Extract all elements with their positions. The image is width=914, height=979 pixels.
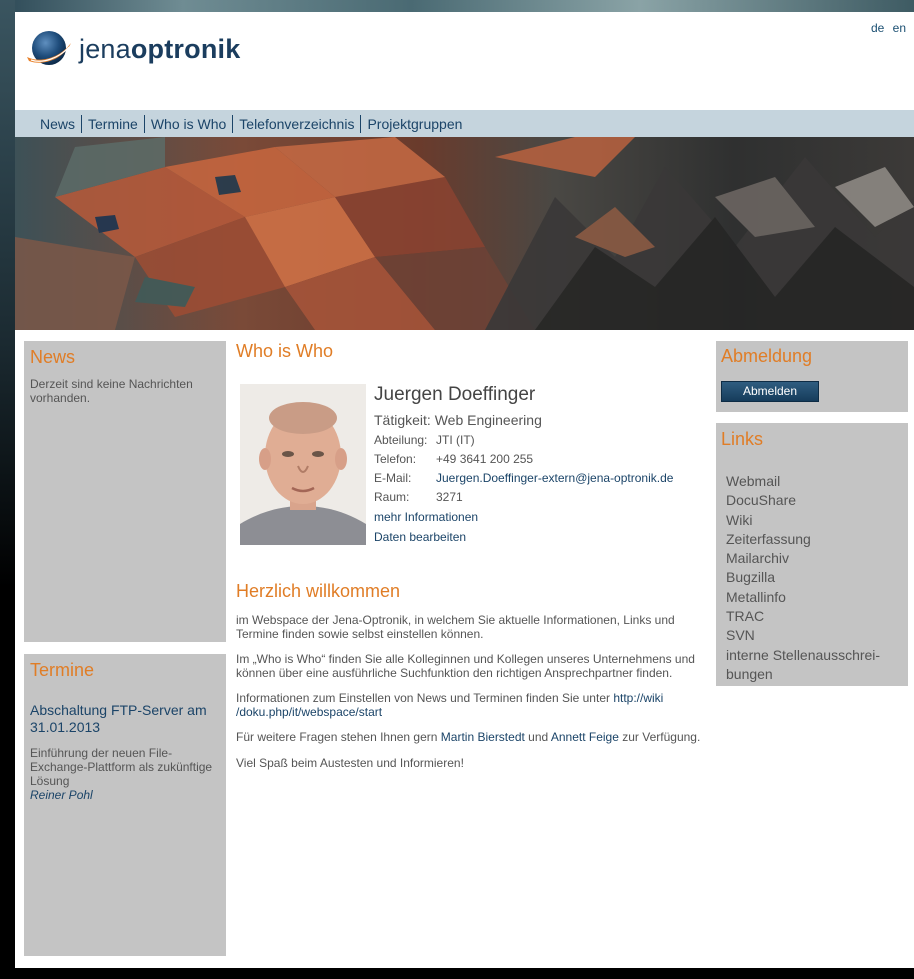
satellite-banner-image bbox=[15, 137, 914, 330]
wiki-link-part-2[interactable]: /doku.php/it/webspace/start bbox=[236, 705, 382, 719]
links-list: Webmail DocuShare Wiki Zeiterfassung Mai… bbox=[721, 472, 903, 684]
person-job: Tätigkeit: Web Engineering bbox=[374, 412, 714, 428]
event-description: Einführung der neuen File-Exchange-Platt… bbox=[30, 746, 213, 788]
frame-bottom-edge bbox=[0, 968, 914, 979]
row-abteilung: Abteilung: JTI (IT) bbox=[374, 433, 714, 447]
telefon-label: Telefon: bbox=[374, 452, 417, 466]
welcome-paragraph-2: Im „Who is Who“ finden Sie alle Kollegin… bbox=[236, 652, 695, 680]
news-empty-text: Derzeit sind keine Nachrichten vorhanden… bbox=[30, 377, 193, 405]
page: jenaoptronik de en News Termine Who is W… bbox=[15, 12, 914, 968]
termine-title: Termine bbox=[30, 660, 95, 680]
person-photo bbox=[240, 384, 366, 545]
event-author: Reiner Pohl bbox=[30, 788, 93, 802]
links-box: Links Webmail DocuShare Wiki Zeiterfassu… bbox=[716, 423, 908, 686]
lang-en-link[interactable]: en bbox=[893, 21, 906, 35]
lang-de-link[interactable]: de bbox=[871, 21, 884, 35]
contact-martin-bierstedt-link[interactable]: Martin Bierstedt bbox=[441, 730, 525, 744]
welcome-paragraph-5: Viel Spaß beim Austesten und Informieren… bbox=[236, 755, 464, 770]
termine-box: Termine Abschaltung FTP-Server am 31.01.… bbox=[24, 654, 226, 956]
globe-logo-icon bbox=[27, 31, 71, 65]
person-info: Juergen Doeffinger Tätigkeit: Web Engine… bbox=[374, 384, 714, 544]
frame-left-edge bbox=[0, 0, 15, 979]
wiki-link-part-1[interactable]: http://wiki bbox=[613, 691, 663, 705]
link-webmail[interactable]: Webmail bbox=[726, 472, 903, 491]
p4-mid: und bbox=[524, 730, 551, 744]
link-metallinfo[interactable]: Metallinfo bbox=[726, 588, 903, 607]
job-label: Tätigkeit: bbox=[374, 412, 431, 428]
abteilung-label: Abteilung: bbox=[374, 433, 428, 447]
nav-projektgruppen[interactable]: Projektgruppen bbox=[361, 116, 468, 132]
raum-label: Raum: bbox=[374, 490, 410, 504]
nav-news[interactable]: News bbox=[34, 116, 81, 132]
link-zeiterfassung[interactable]: Zeiterfassung bbox=[726, 530, 903, 549]
language-switcher: de en bbox=[866, 21, 906, 35]
link-mailarchiv[interactable]: Mailarchiv bbox=[726, 549, 903, 568]
email-link[interactable]: Juergen.Doeffinger-extern@jena-optronik.… bbox=[436, 471, 673, 485]
logout-button[interactable]: Abmelden bbox=[721, 381, 819, 402]
abmeldung-title: Abmeldung bbox=[721, 346, 813, 366]
event-title-link[interactable]: Abschaltung FTP-Server am 31.01.2013 bbox=[30, 702, 220, 736]
contact-annett-feige-link[interactable]: Annett Feige bbox=[551, 730, 619, 744]
nav-who-is-who[interactable]: Who is Who bbox=[145, 116, 232, 132]
raum-value: 3271 bbox=[436, 490, 463, 504]
link-wiki[interactable]: Wiki bbox=[726, 511, 903, 530]
link-stellenausschreibungen[interactable]: interne Stellenausschrei- bbox=[726, 646, 903, 665]
links-title: Links bbox=[721, 429, 764, 449]
email-label: E-Mail: bbox=[374, 471, 412, 485]
link-trac[interactable]: TRAC bbox=[726, 607, 903, 626]
link-stellenausschreibungen-cont[interactable]: bungen bbox=[726, 665, 903, 684]
job-value: Web Engineering bbox=[434, 412, 542, 428]
telefon-value: +49 3641 200 255 bbox=[436, 452, 534, 466]
main-nav: News Termine Who is Who Telefonverzeichn… bbox=[15, 110, 914, 137]
edit-data-link[interactable]: Daten bearbeiten bbox=[374, 530, 714, 544]
abmeldung-box: Abmeldung Abmelden bbox=[716, 341, 908, 412]
welcome-section: Herzlich willkommen im Webspace der Jena… bbox=[236, 581, 706, 770]
welcome-paragraph-4: Für weitere Fragen stehen Ihnen gern Mar… bbox=[236, 730, 706, 745]
main-content: Who is Who Juergen Doeffinger Tätigkeit:… bbox=[236, 341, 706, 769]
welcome-paragraph-3: Informationen zum Einstellen von News un… bbox=[236, 691, 706, 719]
welcome-title: Herzlich willkommen bbox=[236, 581, 401, 601]
row-raum: Raum: 3271 bbox=[374, 490, 714, 504]
p3-text: Informationen zum Einstellen von News un… bbox=[236, 691, 614, 705]
row-email: E-Mail: Juergen.Doeffinger-extern@jena-o… bbox=[374, 471, 714, 485]
link-bugzilla[interactable]: Bugzilla bbox=[726, 568, 903, 587]
who-is-who-title: Who is Who bbox=[236, 341, 334, 361]
link-docushare[interactable]: DocuShare bbox=[726, 491, 903, 510]
nav-telefonverzeichnis[interactable]: Telefonverzeichnis bbox=[233, 116, 360, 132]
news-box: News Derzeit sind keine Nachrichten vorh… bbox=[24, 341, 226, 642]
row-telefon: Telefon: +49 3641 200 255 bbox=[374, 452, 714, 466]
more-info-link[interactable]: mehr Informationen bbox=[374, 510, 714, 524]
logo-wordmark: jenaoptronik bbox=[79, 33, 241, 64]
link-svn[interactable]: SVN bbox=[726, 626, 903, 645]
news-title: News bbox=[30, 347, 76, 367]
abteilung-value: JTI (IT) bbox=[436, 433, 475, 447]
person-name: Juergen Doeffinger bbox=[374, 384, 536, 405]
welcome-paragraph-1: im Webspace der Jena-Optronik, in welche… bbox=[236, 613, 675, 641]
p4-pre: Für weitere Fragen stehen Ihnen gern bbox=[236, 730, 441, 744]
p4-post: zur Verfügung. bbox=[618, 730, 701, 744]
nav-termine[interactable]: Termine bbox=[82, 116, 144, 132]
jenaoptronik-logo[interactable]: jenaoptronik bbox=[25, 24, 240, 74]
